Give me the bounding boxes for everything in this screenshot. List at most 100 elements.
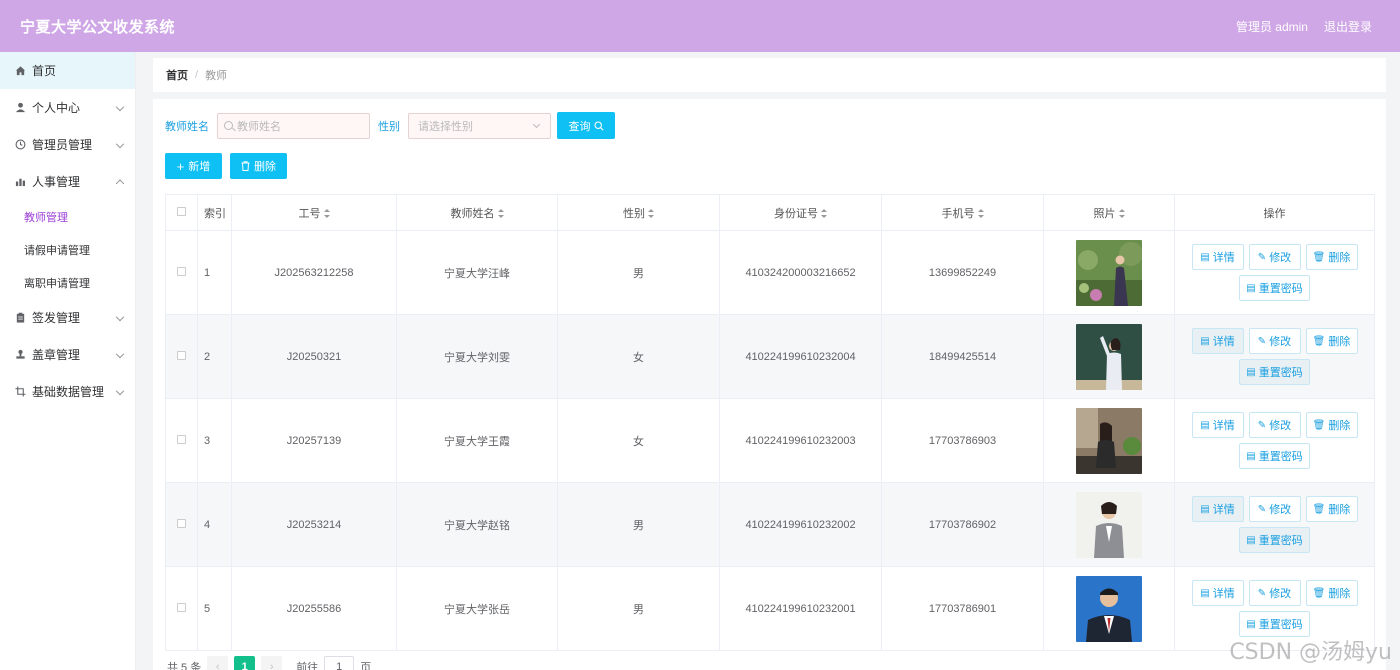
add-button[interactable]: + 新增 — [165, 153, 222, 179]
row-checkbox[interactable] — [165, 566, 198, 651]
col-label: 性别 — [623, 207, 645, 220]
reset-password-button[interactable]: ▤ 重置密码 — [1239, 527, 1310, 553]
cell-index: 5 — [197, 566, 232, 651]
trash-icon: 🗑 — [1312, 251, 1326, 263]
sidebar-subitem-resign[interactable]: 离职申请管理 — [0, 266, 135, 299]
cell-gender: 女 — [557, 314, 720, 399]
detail-button[interactable]: ▤ 详情 — [1191, 496, 1244, 522]
row-checkbox[interactable] — [165, 398, 198, 483]
delete-button[interactable]: 🗑 删除 — [1305, 328, 1358, 354]
cell-photo — [1043, 314, 1175, 399]
gender-select[interactable]: 请选择性别 — [408, 112, 551, 139]
prev-page-button[interactable]: ‹ — [207, 656, 229, 670]
reset-password-button[interactable]: ▤ 重置密码 — [1239, 359, 1310, 385]
top-header: 宁夏大学公文收发系统 管理员 admin 退出登录 — [0, 0, 1400, 52]
reset-password-button[interactable]: ▤ 重置密码 — [1239, 443, 1310, 469]
delete-button[interactable]: 🗑 删除 — [1305, 412, 1358, 438]
sort-icon[interactable] — [821, 209, 827, 219]
sort-icon[interactable] — [977, 209, 984, 219]
cell-name: 宁夏大学刘雯 — [396, 314, 558, 399]
edit-label: 修改 — [1269, 588, 1292, 600]
table-row: 5 J20255586 宁夏大学张岳 男 410224199610232001 … — [165, 566, 1375, 651]
teacher-photo[interactable] — [1076, 575, 1142, 642]
document-icon: ▤ — [1200, 251, 1210, 263]
query-button[interactable]: 查询 — [557, 112, 615, 139]
col-job-no[interactable]: 工号 — [231, 194, 397, 231]
sort-icon[interactable] — [323, 209, 330, 219]
cell-phone: 18499425514 — [881, 314, 1044, 399]
goto-page-input[interactable]: 1 — [324, 656, 355, 670]
reset-label: 重置密码 — [1258, 535, 1303, 547]
sidebar-item-personnel[interactable]: 人事管理 — [0, 163, 135, 200]
row-checkbox[interactable] — [165, 314, 198, 399]
row-checkbox[interactable] — [165, 230, 198, 315]
document-icon: ▤ — [1246, 366, 1256, 378]
table-row: 2 J20250321 宁夏大学刘雯 女 410224199610232004 … — [165, 314, 1375, 399]
col-id-card[interactable]: 身份证号 — [719, 194, 882, 231]
sidebar-item-label: 个人中心 — [32, 101, 81, 115]
document-icon: ▤ — [1200, 587, 1210, 599]
detail-button[interactable]: ▤ 详情 — [1191, 328, 1244, 354]
table-header-row: 索引 工号 教师姓名 性别 身份证号 手机号 照片 操作 — [165, 194, 1375, 231]
logout-link[interactable]: 退出登录 — [1324, 18, 1372, 35]
delete-button[interactable]: 🗑 删除 — [1305, 244, 1358, 270]
edit-label: 修改 — [1269, 336, 1292, 348]
edit-button[interactable]: ✎ 修改 — [1248, 244, 1301, 270]
document-icon: ▤ — [1246, 282, 1256, 294]
sidebar-item-label: 人事管理 — [32, 175, 81, 189]
sort-icon[interactable] — [1118, 209, 1125, 219]
page-number-current[interactable]: 1 — [234, 656, 256, 670]
sidebar-item-profile[interactable]: 个人中心 — [0, 89, 135, 126]
chevron-up-icon — [115, 178, 125, 188]
detail-button[interactable]: ▤ 详情 — [1191, 244, 1244, 270]
col-label: 工号 — [298, 207, 321, 220]
edit-button[interactable]: ✎ 修改 — [1248, 496, 1301, 522]
cell-ops: ▤ 详情 ✎ 修改 🗑 删除 ▤ 重置密码 — [1174, 230, 1375, 315]
batch-delete-button[interactable]: 删除 — [230, 153, 287, 179]
document-icon: ▤ — [1200, 419, 1210, 431]
cell-name: 宁夏大学王霞 — [396, 398, 558, 483]
teacher-photo[interactable] — [1076, 407, 1142, 474]
reset-password-button[interactable]: ▤ 重置密码 — [1239, 275, 1310, 301]
cell-index: 2 — [197, 314, 232, 399]
sidebar-item-basedata[interactable]: 基础数据管理 — [0, 373, 135, 410]
trash-icon: 🗑 — [1312, 503, 1326, 515]
trash-icon: 🗑 — [1312, 587, 1326, 599]
sidebar-item-sign[interactable]: 签发管理 — [0, 299, 135, 336]
delete-button[interactable]: 🗑 删除 — [1305, 580, 1358, 606]
cell-index: 4 — [197, 482, 232, 567]
trash-icon — [241, 161, 250, 171]
select-all-checkbox[interactable] — [165, 194, 198, 231]
teacher-photo[interactable] — [1076, 491, 1142, 558]
detail-button[interactable]: ▤ 详情 — [1191, 412, 1244, 438]
sidebar-item-stamp[interactable]: 盖章管理 — [0, 336, 135, 373]
sidebar-item-admin[interactable]: 管理员管理 — [0, 126, 135, 163]
delete-label: 删除 — [1328, 420, 1351, 432]
row-checkbox[interactable] — [165, 482, 198, 567]
detail-button[interactable]: ▤ 详情 — [1191, 580, 1244, 606]
col-photo[interactable]: 照片 — [1043, 194, 1175, 231]
cell-photo — [1043, 230, 1175, 315]
sidebar-subitem-teacher[interactable]: 教师管理 — [0, 200, 135, 233]
sort-icon[interactable] — [648, 209, 654, 219]
sidebar-item-home[interactable]: 首页 — [0, 52, 135, 89]
sort-icon[interactable] — [497, 209, 504, 219]
col-gender[interactable]: 性别 — [557, 194, 720, 231]
teacher-photo[interactable] — [1076, 239, 1142, 306]
col-teacher-name[interactable]: 教师姓名 — [396, 194, 558, 231]
batch-delete-label: 删除 — [254, 161, 276, 173]
edit-button[interactable]: ✎ 修改 — [1248, 412, 1301, 438]
chevron-down-icon — [532, 120, 541, 128]
delete-button[interactable]: 🗑 删除 — [1305, 496, 1358, 522]
col-phone[interactable]: 手机号 — [881, 194, 1044, 231]
edit-button[interactable]: ✎ 修改 — [1248, 328, 1301, 354]
search-bar: 教师姓名 教师姓名 性别 请选择性别 查询 — [165, 112, 615, 139]
sidebar-subitem-leave[interactable]: 请假申请管理 — [0, 233, 135, 266]
teacher-name-input[interactable]: 教师姓名 — [217, 112, 370, 139]
table-row: 4 J20253214 宁夏大学赵铭 男 410224199610232002 … — [165, 482, 1375, 567]
teacher-photo[interactable] — [1076, 323, 1142, 390]
breadcrumb-home[interactable]: 首页 — [166, 67, 188, 83]
edit-button[interactable]: ✎ 修改 — [1248, 580, 1301, 606]
detail-label: 详情 — [1212, 588, 1235, 600]
next-page-button[interactable]: › — [261, 656, 283, 670]
